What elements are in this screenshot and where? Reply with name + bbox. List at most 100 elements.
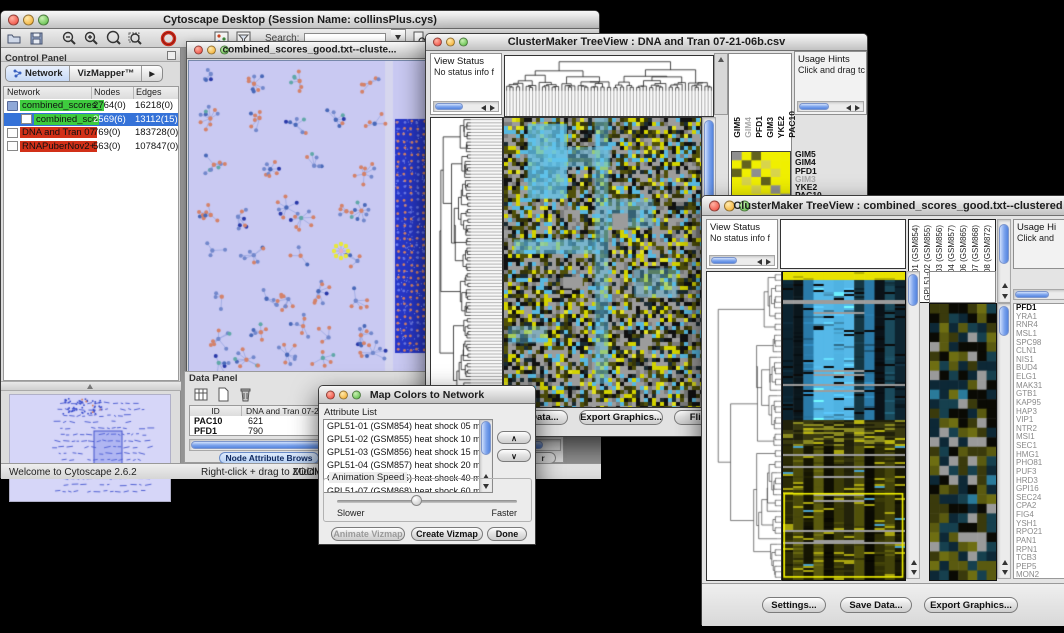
tv1-col-labels: GIM5GIM4PFD1GIM3YKE2PAC10 [732, 56, 797, 138]
tv2-column-dendrogram-area[interactable] [780, 219, 906, 269]
status-welcome: Welcome to Cytoscape 2.6.2 [9, 467, 137, 478]
attribute-item[interactable]: GPL51-01 (GSM854) heat shock 05 min [324, 420, 479, 433]
column-label[interactable]: PAC10 [787, 111, 797, 138]
delete-attribute-icon[interactable] [237, 386, 254, 403]
attribute-select-icon[interactable] [193, 386, 210, 403]
data-panel-title: Data Panel [189, 373, 238, 384]
network-name: combined_sco [34, 114, 99, 125]
scrollbar-thumb[interactable] [999, 224, 1009, 264]
network-overview-canvas[interactable] [9, 394, 171, 502]
column-label[interactable]: GIM4 [743, 117, 753, 138]
move-down-button[interactable]: ∨ [497, 449, 531, 462]
view-status-title: View Status [707, 220, 777, 233]
main-titlebar[interactable]: Cytoscape Desktop (Session Name: collins… [1, 11, 599, 29]
create-vizmap-button[interactable]: Create Vizmap [411, 527, 483, 541]
col-header-nodes[interactable]: Nodes [92, 87, 134, 99]
usage-hints-hscrollbar[interactable] [797, 101, 864, 112]
settings-button[interactable]: Settings... [762, 597, 826, 613]
tab-network[interactable]: Network [6, 66, 70, 81]
tv2-zoom-view[interactable] [929, 303, 997, 581]
network-view-title: combined_scores_good.txt--cluste... [187, 45, 432, 56]
network-file-icon [7, 141, 18, 151]
attribute-item[interactable]: GPL51-04 (GSM857) heat shock 20 min [324, 459, 479, 472]
tv2-zoom-vscrollbar[interactable] [997, 303, 1011, 579]
export-graphics-button[interactable]: Export Graphics... [924, 597, 1018, 613]
tv2-row-dendrogram[interactable] [706, 271, 782, 581]
network-nodes-count: 563(0) [93, 141, 120, 152]
tv2-labels-vscrollbar[interactable] [997, 219, 1011, 303]
save-data-button[interactable]: Save Data... [840, 597, 912, 613]
help-lifering-icon[interactable] [160, 30, 177, 47]
tv1-column-dendrogram[interactable] [504, 55, 714, 117]
scrollbar-thumb[interactable] [1015, 291, 1049, 298]
move-up-button[interactable]: ∧ [497, 431, 531, 444]
zoom-fit-icon[interactable] [105, 30, 122, 47]
treeview2-title: ClusterMaker TreeView : combined_scores_… [732, 200, 1064, 212]
column-label[interactable]: YKE2 [776, 116, 786, 138]
column-label[interactable]: PFD1 [754, 116, 764, 138]
treeview1-titlebar[interactable]: ClusterMaker TreeView : DNA and Tran 07-… [426, 34, 867, 51]
tv1-row-dendrogram[interactable] [430, 117, 503, 408]
zoom-in-icon[interactable] [83, 30, 100, 47]
view-status-hscrollbar[interactable] [433, 101, 499, 112]
tv2-usage-hscrollbar[interactable] [1013, 289, 1064, 300]
zoom-out-icon[interactable] [61, 30, 78, 47]
col-header-network[interactable]: Network [4, 87, 92, 99]
attribute-item[interactable]: GPL51-03 (GSM856) heat shock 15 min [324, 446, 479, 459]
tv2-bottom-bar: Settings... Save Data... Export Graphics… [702, 583, 1064, 626]
network-table-row[interactable]: RNAPuberNov2+ 563(0) 107847(0) [4, 140, 178, 154]
scrollbar-thumb[interactable] [435, 103, 463, 110]
column-label[interactable]: GIM3 [765, 117, 775, 138]
tv2-gene-list: PFD1YRA1RNR4MSL1SPC98CLN1NIS1BUD4ELG1MAK… [1013, 303, 1064, 579]
treeview2-titlebar[interactable]: ClusterMaker TreeView : combined_scores_… [702, 196, 1064, 216]
column-label[interactable]: GIM5 [732, 117, 742, 138]
zoom-selected-icon[interactable] [127, 30, 144, 47]
control-panel: Control Panel Network VizMapper™ ▶ Netwo… [1, 48, 181, 463]
tv2-heatmap[interactable] [782, 271, 906, 581]
animate-vizmap-button[interactable]: Animate Vizmap [331, 527, 405, 541]
float-panel-icon[interactable] [167, 51, 176, 60]
network-nodes-count: 2764(0) [93, 100, 126, 111]
network-file-icon [21, 114, 32, 124]
network-view-window: combined_scores_good.txt--cluste... [186, 41, 433, 373]
scrollbar-thumb[interactable] [999, 306, 1009, 336]
network-rows: combined_scores_ 2764(0) 16218(0) combin… [4, 99, 178, 153]
tv2-heatmap-vscrollbar[interactable] [906, 271, 920, 579]
save-icon[interactable] [28, 30, 45, 47]
panel-divider[interactable] [1, 381, 181, 391]
new-attribute-icon[interactable] [215, 386, 232, 403]
network-canvas[interactable] [188, 60, 433, 374]
col-header-edges[interactable]: Edges [134, 87, 178, 99]
network-name: RNAPuberNov2+ [20, 141, 97, 152]
scrollbar-thumb[interactable] [711, 257, 737, 264]
tv1-scroll-strip[interactable] [714, 53, 728, 115]
usage-hints-text: Click and [1014, 233, 1064, 243]
tab-overflow-arrow[interactable]: ▶ [142, 66, 161, 81]
scrollbar-thumb[interactable] [481, 421, 491, 455]
network-view-titlebar[interactable]: combined_scores_good.txt--cluste... [187, 42, 432, 59]
network-table-row[interactable]: combined_sco 2569(6) 13112(15) [4, 113, 178, 127]
tv1-heatmap[interactable] [503, 117, 702, 408]
dialog-titlebar[interactable]: Map Colors to Network [319, 386, 535, 404]
animation-speed-label: Animation Speed [329, 472, 407, 483]
attribute-item[interactable]: GPL51-02 (GSM855) heat shock 10 min [324, 433, 479, 446]
col-header-id[interactable]: ID [190, 406, 242, 416]
tv2-view-status-panel: View Status No status info f [706, 219, 778, 269]
network-table-row[interactable]: DNA and Tran 07 769(0) 183728(0) [4, 126, 178, 140]
done-button[interactable]: Done [487, 527, 527, 541]
open-file-icon[interactable] [6, 30, 23, 47]
main-window-title: Cytoscape Desktop (Session Name: collins… [1, 14, 599, 26]
network-table-row[interactable]: combined_scores_ 2764(0) 16218(0) [4, 99, 178, 113]
speed-slider-track[interactable] [337, 500, 517, 503]
speed-slider-thumb[interactable] [411, 495, 422, 506]
export-graphics-button[interactable]: Export Graphics... [579, 410, 663, 425]
tab-vizmapper[interactable]: VizMapper™ [70, 66, 142, 81]
tv1-usage-hints-panel: Usage Hints Click and drag tc [794, 51, 867, 115]
treeview1-title: ClusterMaker TreeView : DNA and Tran 07-… [426, 36, 867, 48]
view-status-hscrollbar[interactable] [709, 255, 775, 266]
scrollbar-thumb[interactable] [908, 274, 918, 306]
close-button[interactable] [709, 200, 720, 211]
gene-label[interactable]: MON2 [1016, 571, 1064, 579]
control-panel-title: Control Panel [1, 53, 67, 64]
scrollbar-thumb[interactable] [799, 103, 829, 110]
